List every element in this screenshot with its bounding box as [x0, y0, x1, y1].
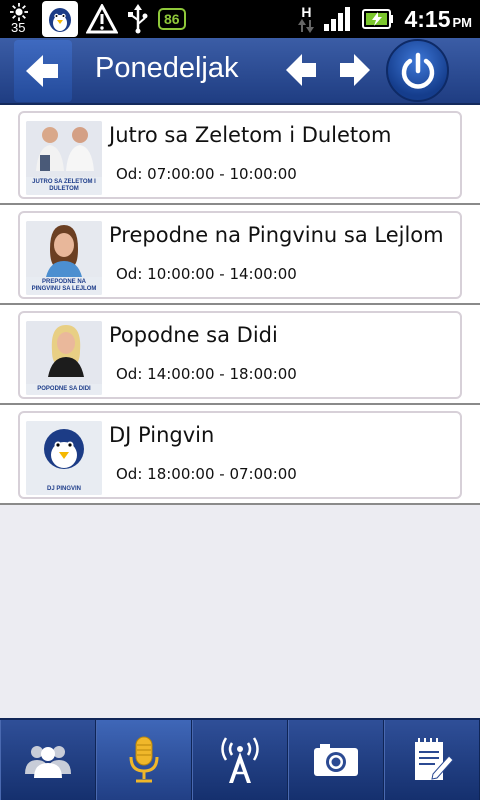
- list-item[interactable]: PREPODNE NA PINGVINU SA LEJLOM Prepodne …: [0, 205, 480, 305]
- show-card[interactable]: DJ PINGVIN DJ Pingvin Od: 18:00:00 - 07:…: [18, 411, 462, 499]
- show-schedule-list: JUTRO SA ZELETOM I DULETOM Jutro sa Zele…: [0, 105, 480, 505]
- battery-charging-icon: [362, 9, 394, 29]
- show-time: Od: 14:00:00 - 18:00:00: [116, 365, 297, 383]
- power-icon: [401, 52, 434, 89]
- show-title: Prepodne na Pingvinu sa Lejlom: [109, 223, 444, 247]
- penguin-icon: [49, 8, 71, 32]
- battery-level-badge: 86: [158, 8, 186, 30]
- camera-icon: [314, 744, 358, 776]
- next-day-button[interactable]: [338, 53, 370, 87]
- status-bar: 35 86 H 4:15 PM: [0, 0, 480, 38]
- show-card[interactable]: PREPODNE NA PINGVINU SA LEJLOM Prepodne …: [18, 211, 462, 299]
- list-item[interactable]: JUTRO SA ZELETOM I DULETOM Jutro sa Zele…: [0, 105, 480, 205]
- app-notification-icon: [42, 1, 78, 37]
- thumbnail-caption: PREPODNE NA PINGVINU SA LEJLOM: [26, 277, 102, 295]
- signal-strength-icon: [324, 7, 351, 31]
- clock-time: 4:15: [404, 5, 451, 32]
- sun-icon: [10, 3, 28, 21]
- clock: 4:15 PM: [404, 6, 472, 33]
- data-network-indicator: H: [298, 4, 315, 33]
- show-title: DJ Pingvin: [109, 423, 215, 447]
- tab-broadcast[interactable]: [192, 720, 288, 800]
- show-thumbnail: DJ PINGVIN: [26, 421, 102, 495]
- show-time: Od: 18:00:00 - 07:00:00: [116, 465, 297, 483]
- microphone-icon: [129, 736, 159, 783]
- show-card[interactable]: JUTRO SA ZELETOM I DULETOM Jutro sa Zele…: [18, 111, 462, 199]
- show-thumbnail: JUTRO SA ZELETOM I DULETOM: [26, 121, 102, 195]
- radio-tower-icon: [221, 737, 259, 783]
- tab-camera[interactable]: [288, 720, 384, 800]
- power-button[interactable]: [386, 39, 449, 102]
- back-button[interactable]: [14, 40, 72, 102]
- show-title: Popodne sa Didi: [109, 323, 278, 347]
- bottom-tab-bar: [0, 718, 480, 800]
- data-transfer-icon: [298, 19, 315, 33]
- warning-icon: [86, 4, 118, 34]
- tab-notes[interactable]: [384, 720, 480, 800]
- usb-icon: [128, 4, 148, 34]
- show-card[interactable]: POPODNE SA DIDI Popodne sa Didi Od: 14:0…: [18, 311, 462, 399]
- clock-ampm: PM: [452, 14, 473, 30]
- previous-day-button[interactable]: [286, 53, 318, 87]
- arrow-left-icon: [26, 55, 58, 87]
- tab-microphone[interactable]: [96, 720, 192, 800]
- page-title: Ponedeljak: [95, 52, 239, 84]
- thumbnail-caption: DJ PINGVIN: [26, 484, 102, 495]
- show-time: Od: 07:00:00 - 10:00:00: [116, 165, 297, 183]
- notepad-icon: [415, 738, 454, 780]
- temperature: 35: [11, 20, 26, 35]
- thumbnail-caption: JUTRO SA ZELETOM I DULETOM: [26, 177, 102, 195]
- weather-indicator: 35: [6, 1, 34, 37]
- show-time: Od: 10:00:00 - 14:00:00: [116, 265, 297, 283]
- show-title: Jutro sa Zeletom i Duletom: [109, 123, 392, 147]
- tab-people[interactable]: [0, 720, 96, 800]
- list-item[interactable]: DJ PINGVIN DJ Pingvin Od: 18:00:00 - 07:…: [0, 405, 480, 505]
- thumbnail-caption: POPODNE SA DIDI: [26, 384, 102, 395]
- people-icon: [25, 746, 71, 778]
- show-thumbnail: POPODNE SA DIDI: [26, 321, 102, 395]
- list-item[interactable]: POPODNE SA DIDI Popodne sa Didi Od: 14:0…: [0, 305, 480, 405]
- show-thumbnail: PREPODNE NA PINGVINU SA LEJLOM: [26, 221, 102, 295]
- network-type-label: H: [301, 4, 312, 20]
- title-bar: Ponedeljak: [0, 38, 480, 105]
